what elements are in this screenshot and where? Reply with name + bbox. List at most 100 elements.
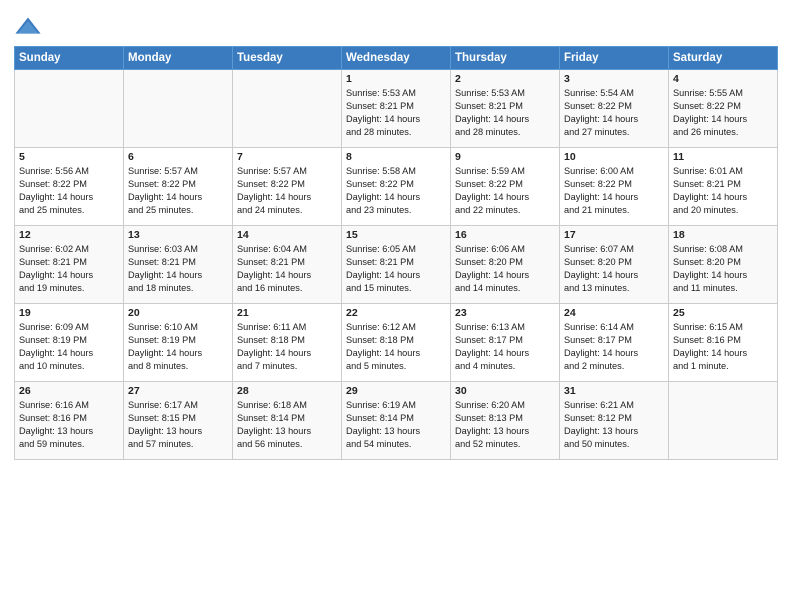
day-number: 22 <box>346 307 446 319</box>
calendar-cell: 22 Sunrise: 6:12 AM Sunset: 8:18 PM Dayli… <box>342 304 451 382</box>
day-content: Sunrise: 6:01 AM Sunset: 8:21 PM Dayligh… <box>673 165 773 217</box>
calendar-header-row: SundayMondayTuesdayWednesdayThursdayFrid… <box>15 47 778 70</box>
day-number: 28 <box>237 385 337 397</box>
day-content: Sunrise: 6:16 AM Sunset: 8:16 PM Dayligh… <box>19 399 119 451</box>
calendar-week-2: 5 Sunrise: 5:56 AM Sunset: 8:22 PM Daylig… <box>15 148 778 226</box>
day-number: 29 <box>346 385 446 397</box>
calendar-cell: 25Sunrise: 6:15 AM Sunset: 8:16 PM Dayli… <box>669 304 778 382</box>
calendar-week-3: 12 Sunrise: 6:02 AM Sunset: 8:21 PM Dayli… <box>15 226 778 304</box>
calendar-header-sunday: Sunday <box>15 47 124 70</box>
day-content: Sunrise: 6:07 AM Sunset: 8:20 PM Dayligh… <box>564 243 664 295</box>
day-content: Sunrise: 5:54 AM Sunset: 8:22 PM Dayligh… <box>564 87 664 139</box>
calendar-cell <box>233 70 342 148</box>
day-number: 3 <box>564 73 664 85</box>
calendar-cell: 9 Sunrise: 5:59 AM Sunset: 8:22 PM Daylig… <box>451 148 560 226</box>
calendar-cell: 31 Sunrise: 6:21 AM Sunset: 8:12 PM Dayli… <box>560 382 669 460</box>
day-number: 14 <box>237 229 337 241</box>
calendar-header-thursday: Thursday <box>451 47 560 70</box>
day-content: Sunrise: 5:58 AM Sunset: 8:22 PM Dayligh… <box>346 165 446 217</box>
day-number: 23 <box>455 307 555 319</box>
day-number: 26 <box>19 385 119 397</box>
day-number: 27 <box>128 385 228 397</box>
day-content: Sunrise: 6:02 AM Sunset: 8:21 PM Dayligh… <box>19 243 119 295</box>
logo-icon <box>14 14 42 42</box>
day-number: 25 <box>673 307 773 319</box>
day-content: Sunrise: 6:10 AM Sunset: 8:19 PM Dayligh… <box>128 321 228 373</box>
calendar-cell: 7 Sunrise: 5:57 AM Sunset: 8:22 PM Daylig… <box>233 148 342 226</box>
day-number: 19 <box>19 307 119 319</box>
day-content: Sunrise: 6:21 AM Sunset: 8:12 PM Dayligh… <box>564 399 664 451</box>
logo <box>14 14 45 42</box>
calendar-cell: 3 Sunrise: 5:54 AM Sunset: 8:22 PM Daylig… <box>560 70 669 148</box>
day-number: 10 <box>564 151 664 163</box>
calendar-cell: 2Sunrise: 5:53 AM Sunset: 8:21 PM Daylig… <box>451 70 560 148</box>
calendar-cell: 20 Sunrise: 6:10 AM Sunset: 8:19 PM Dayli… <box>124 304 233 382</box>
day-content: Sunrise: 5:57 AM Sunset: 8:22 PM Dayligh… <box>237 165 337 217</box>
day-content: Sunrise: 6:17 AM Sunset: 8:15 PM Dayligh… <box>128 399 228 451</box>
day-number: 9 <box>455 151 555 163</box>
day-content: Sunrise: 6:19 AM Sunset: 8:14 PM Dayligh… <box>346 399 446 451</box>
day-number: 12 <box>19 229 119 241</box>
day-content: Sunrise: 6:11 AM Sunset: 8:18 PM Dayligh… <box>237 321 337 373</box>
day-number: 6 <box>128 151 228 163</box>
day-content: Sunrise: 6:03 AM Sunset: 8:21 PM Dayligh… <box>128 243 228 295</box>
day-content: Sunrise: 6:14 AM Sunset: 8:17 PM Dayligh… <box>564 321 664 373</box>
day-number: 11 <box>673 151 773 163</box>
day-number: 2 <box>455 73 555 85</box>
calendar-cell: 1Sunrise: 5:53 AM Sunset: 8:21 PM Daylig… <box>342 70 451 148</box>
header <box>14 10 778 42</box>
calendar-cell: 24 Sunrise: 6:14 AM Sunset: 8:17 PM Dayli… <box>560 304 669 382</box>
calendar-header-wednesday: Wednesday <box>342 47 451 70</box>
calendar-cell: 18 Sunrise: 6:08 AM Sunset: 8:20 PM Dayli… <box>669 226 778 304</box>
calendar-cell: 4 Sunrise: 5:55 AM Sunset: 8:22 PM Daylig… <box>669 70 778 148</box>
calendar-cell: 12 Sunrise: 6:02 AM Sunset: 8:21 PM Dayli… <box>15 226 124 304</box>
calendar-cell: 13Sunrise: 6:03 AM Sunset: 8:21 PM Dayli… <box>124 226 233 304</box>
calendar-table: SundayMondayTuesdayWednesdayThursdayFrid… <box>14 46 778 460</box>
calendar-cell: 27 Sunrise: 6:17 AM Sunset: 8:15 PM Dayli… <box>124 382 233 460</box>
calendar-cell: 19 Sunrise: 6:09 AM Sunset: 8:19 PM Dayli… <box>15 304 124 382</box>
day-content: Sunrise: 5:55 AM Sunset: 8:22 PM Dayligh… <box>673 87 773 139</box>
calendar-cell: 10Sunrise: 6:00 AM Sunset: 8:22 PM Dayli… <box>560 148 669 226</box>
day-content: Sunrise: 6:06 AM Sunset: 8:20 PM Dayligh… <box>455 243 555 295</box>
calendar-cell: 8 Sunrise: 5:58 AM Sunset: 8:22 PM Daylig… <box>342 148 451 226</box>
calendar-cell: 15Sunrise: 6:05 AM Sunset: 8:21 PM Dayli… <box>342 226 451 304</box>
calendar-header-monday: Monday <box>124 47 233 70</box>
calendar-cell: 21 Sunrise: 6:11 AM Sunset: 8:18 PM Dayli… <box>233 304 342 382</box>
day-content: Sunrise: 5:56 AM Sunset: 8:22 PM Dayligh… <box>19 165 119 217</box>
day-number: 20 <box>128 307 228 319</box>
day-number: 16 <box>455 229 555 241</box>
calendar-cell <box>15 70 124 148</box>
day-content: Sunrise: 6:18 AM Sunset: 8:14 PM Dayligh… <box>237 399 337 451</box>
day-number: 5 <box>19 151 119 163</box>
calendar-cell: 29 Sunrise: 6:19 AM Sunset: 8:14 PM Dayli… <box>342 382 451 460</box>
day-content: Sunrise: 6:08 AM Sunset: 8:20 PM Dayligh… <box>673 243 773 295</box>
calendar-cell: 5 Sunrise: 5:56 AM Sunset: 8:22 PM Daylig… <box>15 148 124 226</box>
day-number: 15 <box>346 229 446 241</box>
day-number: 18 <box>673 229 773 241</box>
calendar-cell: 11 Sunrise: 6:01 AM Sunset: 8:21 PM Dayli… <box>669 148 778 226</box>
day-content: Sunrise: 5:59 AM Sunset: 8:22 PM Dayligh… <box>455 165 555 217</box>
calendar-cell: 23 Sunrise: 6:13 AM Sunset: 8:17 PM Dayli… <box>451 304 560 382</box>
day-number: 8 <box>346 151 446 163</box>
calendar-cell: 17 Sunrise: 6:07 AM Sunset: 8:20 PM Dayli… <box>560 226 669 304</box>
calendar-week-4: 19 Sunrise: 6:09 AM Sunset: 8:19 PM Dayli… <box>15 304 778 382</box>
calendar-cell: 26 Sunrise: 6:16 AM Sunset: 8:16 PM Dayli… <box>15 382 124 460</box>
day-number: 1 <box>346 73 446 85</box>
calendar-header-friday: Friday <box>560 47 669 70</box>
day-content: Sunrise: 6:09 AM Sunset: 8:19 PM Dayligh… <box>19 321 119 373</box>
calendar-week-1: 1Sunrise: 5:53 AM Sunset: 8:21 PM Daylig… <box>15 70 778 148</box>
day-number: 21 <box>237 307 337 319</box>
day-number: 31 <box>564 385 664 397</box>
calendar-cell: 30Sunrise: 6:20 AM Sunset: 8:13 PM Dayli… <box>451 382 560 460</box>
day-content: Sunrise: 6:13 AM Sunset: 8:17 PM Dayligh… <box>455 321 555 373</box>
calendar-cell: 16 Sunrise: 6:06 AM Sunset: 8:20 PM Dayli… <box>451 226 560 304</box>
day-number: 7 <box>237 151 337 163</box>
day-number: 17 <box>564 229 664 241</box>
calendar-header-tuesday: Tuesday <box>233 47 342 70</box>
calendar-cell <box>669 382 778 460</box>
day-number: 4 <box>673 73 773 85</box>
day-content: Sunrise: 5:57 AM Sunset: 8:22 PM Dayligh… <box>128 165 228 217</box>
day-number: 24 <box>564 307 664 319</box>
calendar-week-5: 26 Sunrise: 6:16 AM Sunset: 8:16 PM Dayli… <box>15 382 778 460</box>
day-content: Sunrise: 6:12 AM Sunset: 8:18 PM Dayligh… <box>346 321 446 373</box>
